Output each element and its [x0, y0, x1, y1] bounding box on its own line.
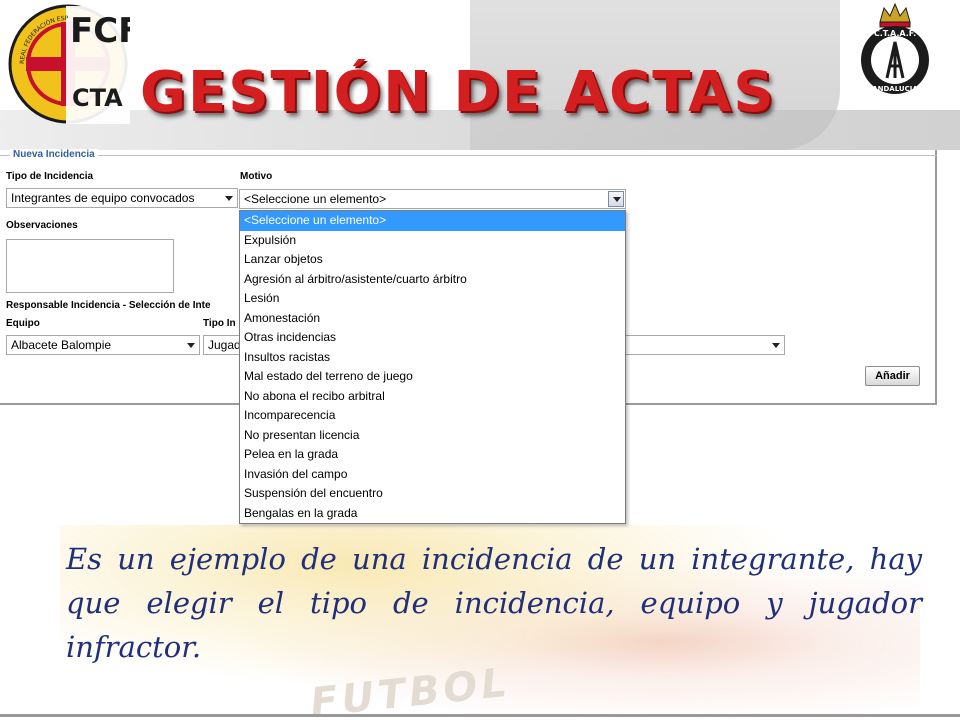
equipo-select[interactable]: Albacete Balompie: [6, 335, 200, 355]
dropdown-arrow-button[interactable]: [608, 191, 624, 207]
description-text: Es un ejemplo de una incidencia de un in…: [66, 542, 922, 664]
ctaaf-andalucia-logo: C.T.A.A.F. ANDALUCIA: [861, 2, 929, 94]
logo-text-cta: CTA: [72, 84, 123, 112]
dropdown-item[interactable]: Mal estado del terreno de juego: [240, 367, 625, 387]
dropdown-item[interactable]: Expulsión: [240, 231, 625, 251]
motivo-label: Motivo: [240, 171, 273, 182]
chevron-down-icon: [187, 343, 195, 348]
logo-text-fcf: FCF: [70, 11, 130, 51]
responsable-label: Responsable Incidencia - Selección de In…: [6, 300, 211, 311]
motivo-dropdown-list[interactable]: <Seleccione un elemento> Expulsión Lanzar …: [239, 210, 626, 524]
tipo-integrante-value: Jugad: [208, 338, 241, 352]
dropdown-item[interactable]: <Seleccione un elemento>: [240, 211, 625, 231]
dropdown-item[interactable]: Lanzar objetos: [240, 250, 625, 270]
dropdown-item[interactable]: Agresión al árbitro/asistente/cuarto árb…: [240, 270, 625, 290]
chevron-down-icon: [225, 196, 233, 201]
dropdown-item[interactable]: No abona el recibo arbitral: [240, 387, 625, 407]
panel-legend: Nueva Incidencia: [10, 149, 98, 160]
observaciones-textarea[interactable]: [6, 239, 174, 293]
dropdown-item[interactable]: Pelea en la grada: [240, 445, 625, 465]
footer-line: [0, 714, 960, 717]
equipo-value: Albacete Balompie: [11, 338, 112, 352]
dropdown-item[interactable]: Lesión: [240, 289, 625, 309]
observaciones-label: Observaciones: [6, 220, 78, 231]
page-title: GESTIÓN DE ACTAS: [140, 60, 776, 125]
tipo-incidencia-value: Integrantes de equipo convocados: [11, 191, 195, 205]
equipo-label: Equipo: [6, 318, 40, 329]
dropdown-item[interactable]: No presentan licencia: [240, 426, 625, 446]
tipo-incidencia-select[interactable]: Integrantes de equipo convocados: [6, 188, 238, 208]
dropdown-item[interactable]: Invasión del campo: [240, 465, 625, 485]
chevron-down-icon: [772, 343, 780, 348]
dropdown-item[interactable]: Incomparecencia: [240, 406, 625, 426]
dropdown-item[interactable]: Insultos racistas: [240, 348, 625, 368]
motivo-value: <Seleccione un elemento>: [244, 192, 387, 206]
right-logo-top-text: C.T.A.A.F.: [874, 29, 916, 38]
panel-legend-line: [0, 155, 937, 156]
dropdown-item[interactable]: Amonestación: [240, 309, 625, 329]
dropdown-item[interactable]: Otras incidencias: [240, 328, 625, 348]
add-button[interactable]: Añadir: [865, 366, 920, 386]
tipo-integrante-label: Tipo In: [203, 318, 236, 329]
dropdown-item[interactable]: Suspensión del encuentro: [240, 484, 625, 504]
motivo-select[interactable]: <Seleccione un elemento>: [239, 189, 626, 209]
tipo-incidencia-label: Tipo de Incidencia: [6, 171, 94, 182]
dropdown-item[interactable]: Bengalas en la grada: [240, 504, 625, 524]
fcf-cta-logo: FCF CTA REAL FEDERACIÓN ESPAÑOLA DE FÚTB…: [6, 2, 130, 124]
crown-icon: [879, 2, 911, 23]
right-logo-bottom-text: ANDALUCIA: [872, 85, 918, 93]
